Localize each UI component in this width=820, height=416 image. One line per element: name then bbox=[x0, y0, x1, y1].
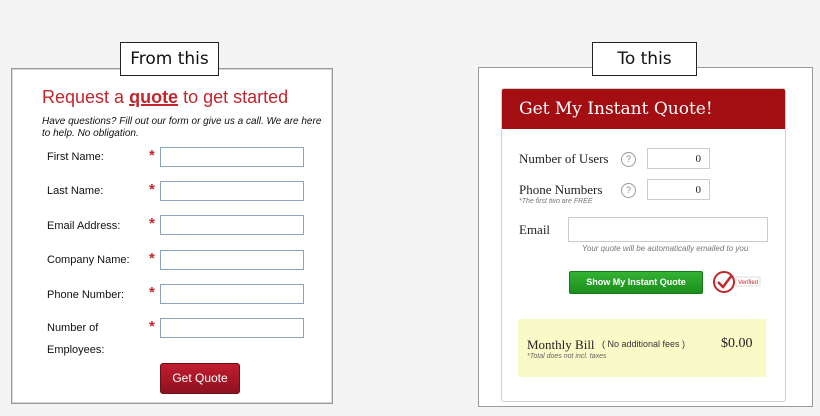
required-marker: * bbox=[149, 318, 155, 335]
employees-label: Number of bbox=[47, 322, 99, 334]
number-of-users-input[interactable]: 0 bbox=[647, 148, 710, 169]
old-form-title: Request a quote to get started bbox=[42, 87, 288, 108]
monthly-bill-label: Monthly Bill bbox=[527, 337, 595, 352]
instant-quote-card: Get My Instant Quote! Number of Users ? … bbox=[501, 88, 786, 402]
first-name-input[interactable] bbox=[160, 147, 304, 167]
email-note: Your quote will be automatically emailed… bbox=[582, 244, 749, 253]
phone-numbers-label: Phone Numbers bbox=[519, 182, 603, 197]
phone-number-label: Phone Number: bbox=[47, 289, 125, 301]
instant-quote-header: Get My Instant Quote! bbox=[502, 89, 785, 129]
help-icon[interactable]: ? bbox=[621, 183, 636, 198]
help-icon[interactable]: ? bbox=[621, 152, 636, 167]
title-suffix: to get started bbox=[183, 87, 289, 107]
old-form-intro: Have questions? Fill out our form or giv… bbox=[42, 116, 322, 139]
new-quote-form: Get My Instant Quote! Number of Users ? … bbox=[478, 67, 813, 407]
title-keyword: quote bbox=[129, 87, 179, 107]
required-marker: * bbox=[149, 147, 155, 164]
required-marker: * bbox=[149, 215, 155, 232]
required-marker: * bbox=[149, 284, 155, 301]
email-label: Email bbox=[519, 222, 551, 237]
get-quote-button[interactable]: Get Quote bbox=[160, 363, 240, 394]
to-this-caption: To this bbox=[592, 42, 697, 76]
monthly-bill-box: Monthly Bill ( No additional fees ) $0.0… bbox=[518, 319, 766, 377]
employees-label-line2: Employees: bbox=[47, 344, 105, 356]
company-name-input[interactable] bbox=[160, 250, 304, 270]
old-quote-form: Request a quote to get started Have ques… bbox=[11, 68, 333, 404]
phone-numbers-input[interactable]: 0 bbox=[647, 179, 710, 200]
taxes-note: *Total does not incl. taxes bbox=[527, 353, 607, 360]
first-name-label: First Name: bbox=[47, 151, 104, 163]
required-marker: * bbox=[149, 181, 155, 198]
employees-input[interactable] bbox=[160, 318, 304, 338]
email-address-input[interactable] bbox=[160, 215, 304, 235]
required-marker: * bbox=[149, 250, 155, 267]
email-input[interactable] bbox=[568, 217, 768, 242]
email-address-label: Email Address: bbox=[47, 220, 121, 232]
phone-numbers-note: *The first two are FREE bbox=[519, 198, 593, 205]
number-of-users-label: Number of Users bbox=[519, 151, 609, 166]
phone-number-input[interactable] bbox=[160, 284, 304, 304]
show-instant-quote-button[interactable]: Show My Instant Quote bbox=[569, 271, 703, 294]
last-name-input[interactable] bbox=[160, 181, 304, 201]
last-name-label: Last Name: bbox=[47, 185, 104, 197]
verified-badge-icon: Verified bbox=[712, 269, 762, 295]
company-name-label: Company Name: bbox=[47, 254, 130, 266]
no-additional-fees-text: ( No additional fees ) bbox=[602, 339, 686, 349]
monthly-bill-amount: $0.00 bbox=[721, 336, 753, 351]
badge-text: Verified bbox=[738, 280, 758, 286]
title-prefix: Request a bbox=[42, 87, 125, 107]
from-this-caption: From this bbox=[120, 42, 219, 76]
